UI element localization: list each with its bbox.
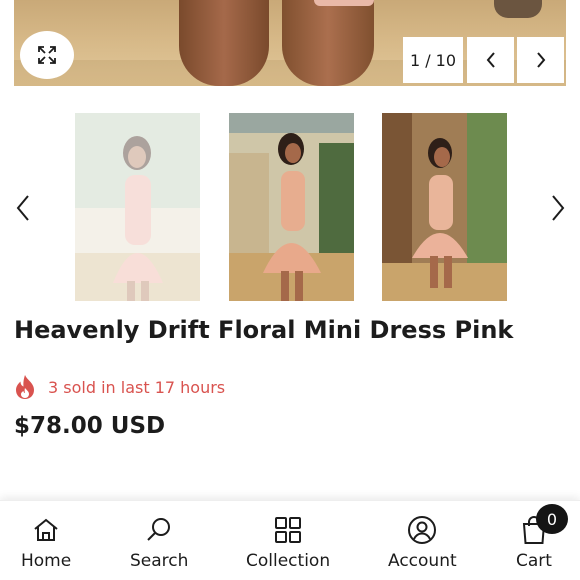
nav-account-label: Account [388, 551, 457, 571]
thumbnail-3-photo [382, 113, 507, 301]
expand-icon [38, 46, 56, 64]
nav-home[interactable]: Home [21, 513, 71, 571]
account-icon [405, 513, 439, 547]
product-page: 1 / 10 Heavenly Drift Floral Mini Dress … [0, 0, 580, 580]
nav-search[interactable]: Search [130, 513, 188, 571]
zoom-button[interactable] [20, 31, 74, 79]
chevron-right-icon [536, 52, 545, 68]
sold-indicator: 3 sold in last 17 hours [14, 374, 225, 400]
nav-home-label: Home [21, 551, 72, 571]
thumbnail-3[interactable] [382, 113, 507, 301]
grid-icon [271, 513, 305, 547]
thumbnail-next-button[interactable] [543, 190, 573, 226]
search-icon [142, 513, 176, 547]
flame-icon [16, 375, 34, 399]
hero-prev-button[interactable] [467, 37, 514, 83]
nav-search-label: Search [130, 551, 189, 571]
nav-cart-label: Cart [516, 551, 552, 571]
nav-collection[interactable]: Collection [246, 513, 330, 571]
chevron-left-icon [16, 195, 29, 221]
home-icon [29, 513, 63, 547]
nav-account[interactable]: Account [388, 513, 457, 571]
chevron-left-icon [486, 52, 495, 68]
sold-text: 3 sold in last 17 hours [48, 377, 226, 397]
thumbnail-1-photo [75, 113, 200, 301]
product-title: Heavenly Drift Floral Mini Dress Pink [14, 316, 514, 344]
thumbnail-2-photo [229, 113, 354, 301]
product-price: $78.00 USD [14, 413, 166, 439]
thumbnail-prev-button[interactable] [8, 190, 38, 226]
bottom-navigation: Home Search Collection Account Cart [0, 500, 580, 580]
thumbnail-1[interactable] [75, 113, 200, 301]
nav-collection-label: Collection [246, 551, 331, 571]
chevron-right-icon [552, 195, 565, 221]
image-counter: 1 / 10 [403, 37, 463, 83]
thumbnail-2[interactable] [229, 113, 354, 301]
cart-count-badge: 0 [536, 504, 568, 534]
hero-next-button[interactable] [517, 37, 564, 83]
